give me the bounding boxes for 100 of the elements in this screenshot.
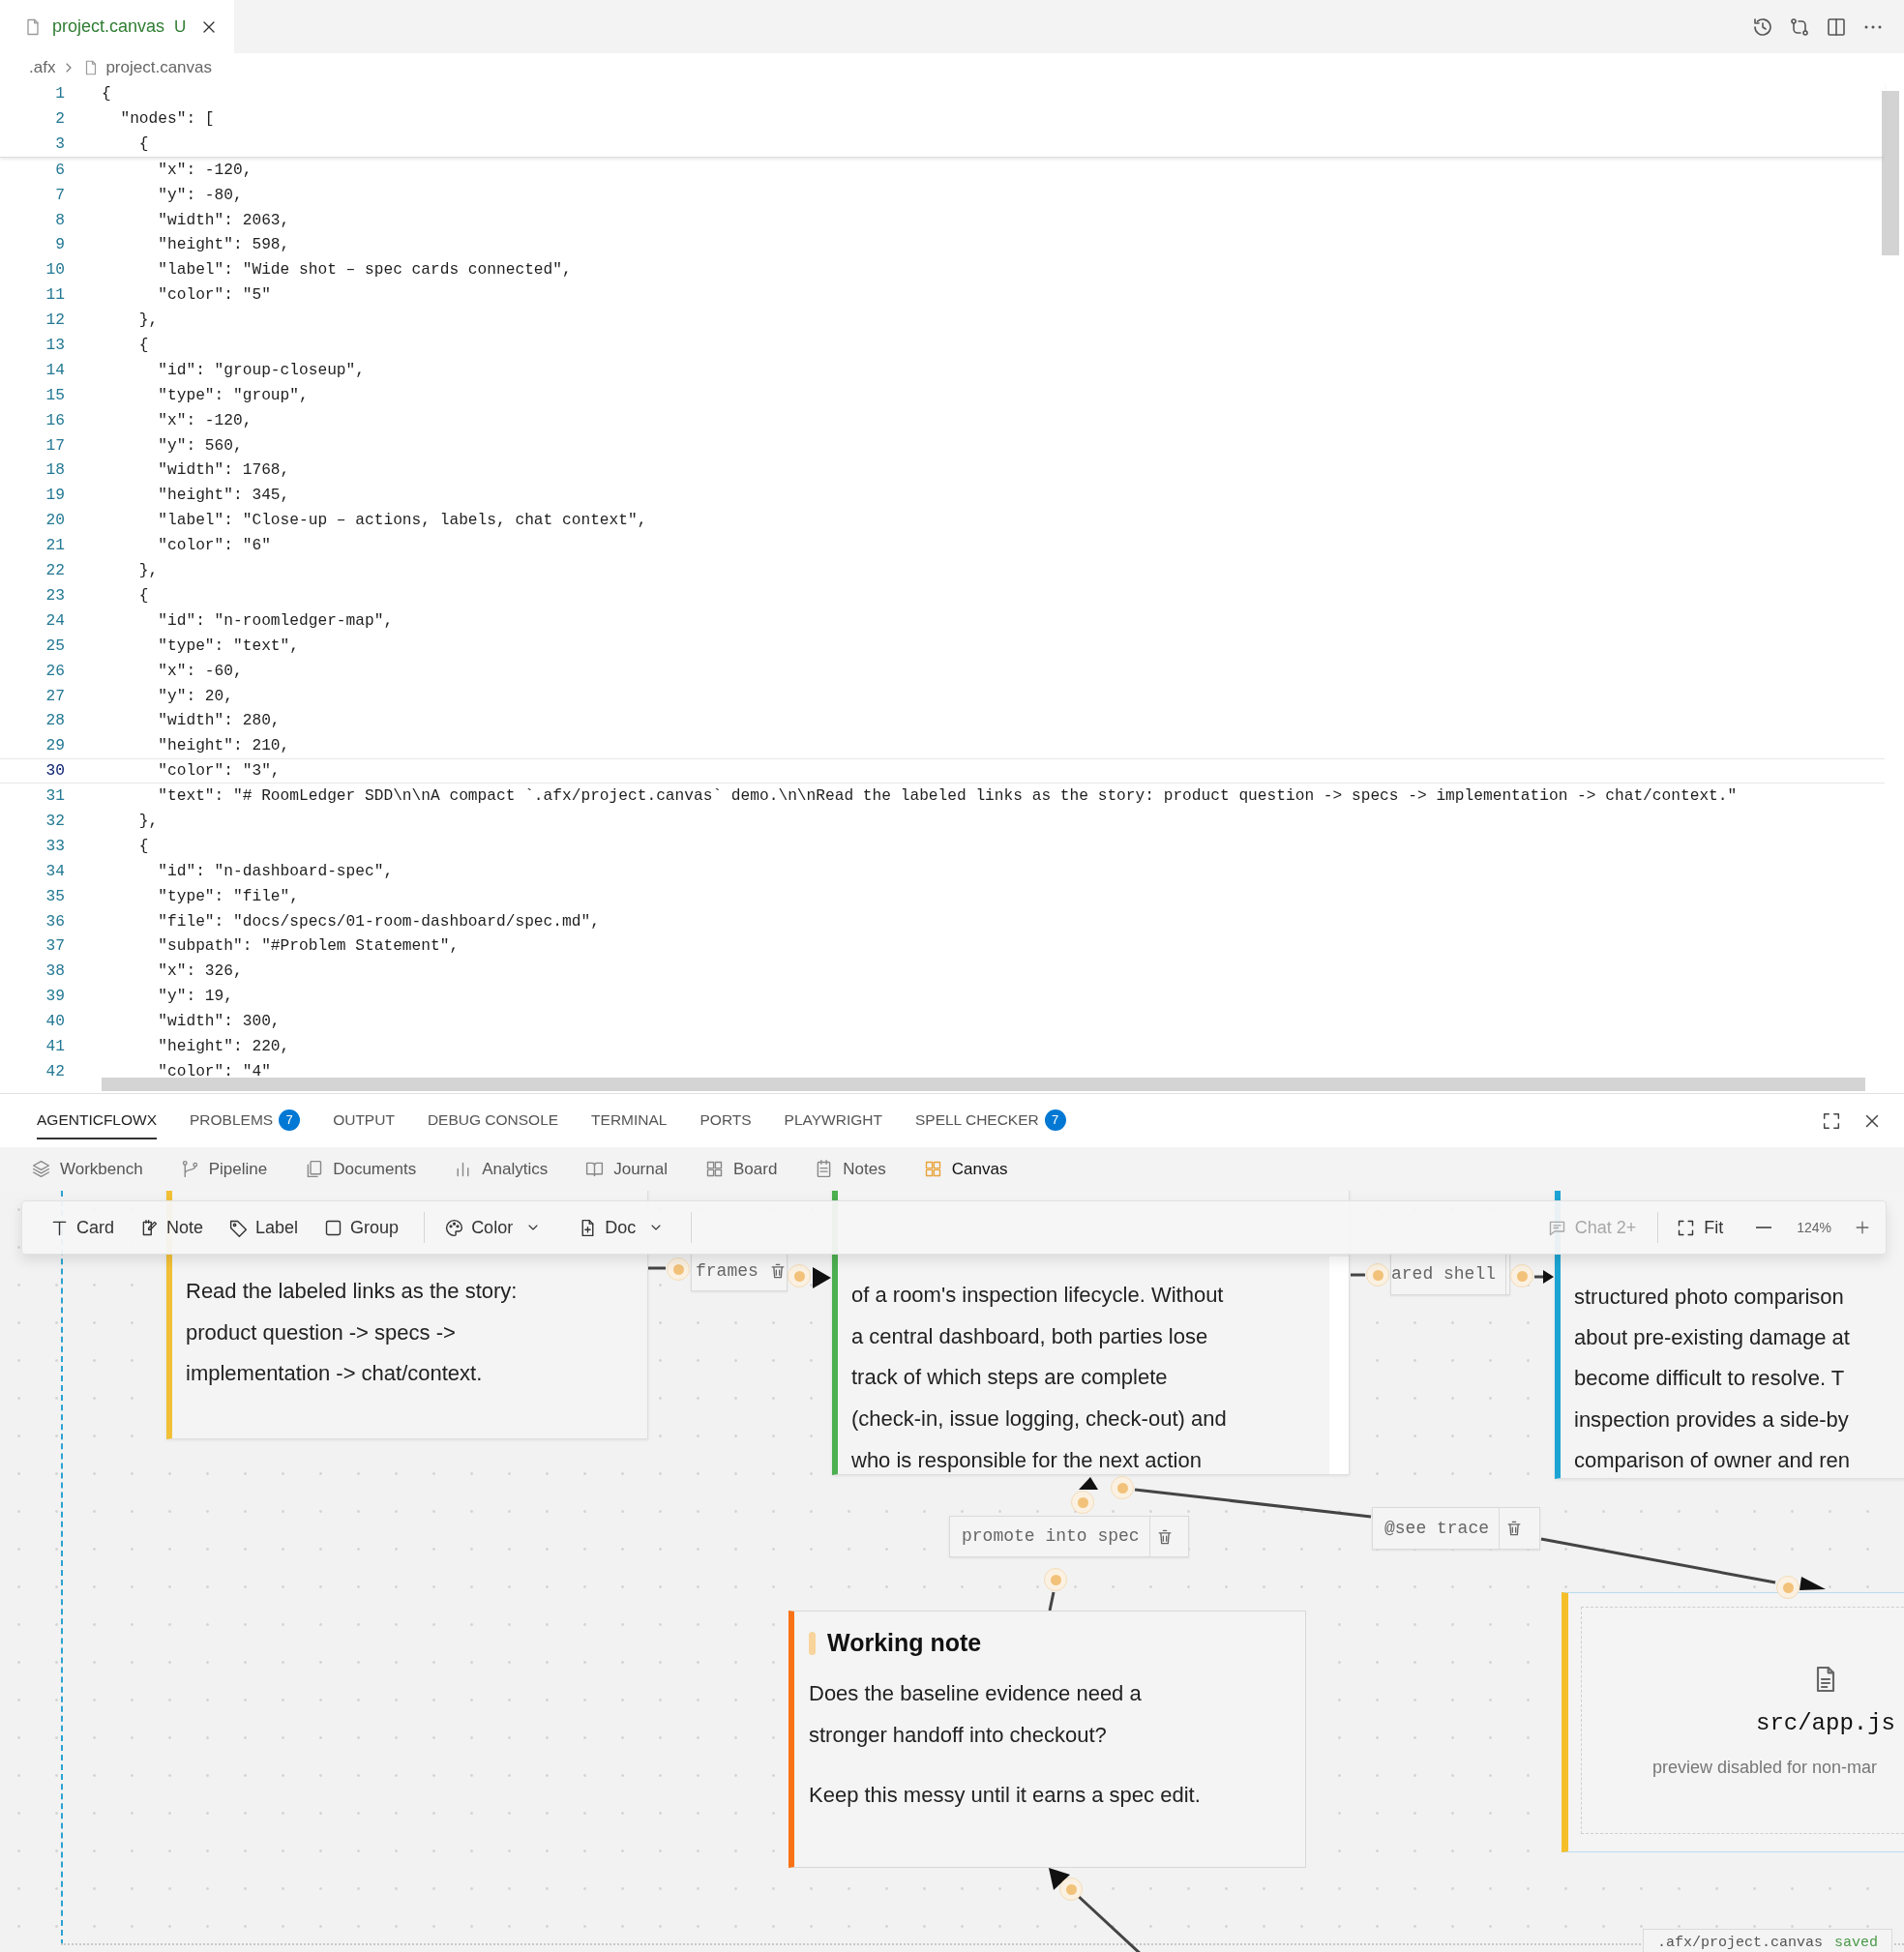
edge-label[interactable]: @see trace — [1372, 1507, 1540, 1550]
code-line: "color": "6" — [157, 536, 271, 557]
line-number: 36 — [45, 911, 65, 932]
view-tab[interactable]: Pipeline — [179, 1156, 268, 1182]
connection-handle[interactable] — [1510, 1264, 1533, 1287]
view-tab[interactable]: Documents — [304, 1156, 417, 1182]
panel-tab[interactable]: PROBLEMS 7 — [190, 1102, 301, 1139]
arrow-head[interactable] — [1800, 1577, 1826, 1590]
scrollbar-thumb[interactable] — [102, 1078, 1865, 1091]
view-tab[interactable]: Canvas — [922, 1156, 1008, 1182]
count-badge: 7 — [1044, 1109, 1066, 1131]
connection-handle[interactable] — [667, 1257, 690, 1281]
editor-tab[interactable]: project.canvas U — [0, 0, 235, 53]
connector-arrow[interactable] — [1534, 1270, 1554, 1284]
card-text: of a room's inspection lifecycle. Without a central dashboard, both parties lose track of which steps are complete (check-in, issue logging, check-out) and who is responsible for the next action — [851, 1282, 1228, 1474]
breadcrumb-item[interactable]: project.canvas — [105, 54, 213, 80]
panel-tab[interactable]: PLAYWRIGHT — [784, 1102, 882, 1139]
panel-tab[interactable]: PORTS — [699, 1102, 752, 1139]
palette-icon — [444, 1217, 465, 1238]
fit-button[interactable]: Fit — [1670, 1214, 1730, 1241]
edge-label[interactable]: promote into spec — [949, 1516, 1189, 1557]
toolbar-button[interactable]: Card — [40, 1208, 124, 1247]
preview-message: preview disabled for non-mar — [1652, 1757, 1878, 1779]
minus-icon — [1756, 1227, 1772, 1228]
line-number: 41 — [45, 1036, 65, 1057]
view-tab[interactable]: Analytics — [453, 1156, 549, 1182]
code-line: { — [137, 836, 149, 857]
code-line: "file": "docs/specs/01-room-dashboard/spec.md", — [157, 911, 600, 932]
line-number: 21 — [45, 536, 65, 557]
view-tab[interactable]: Board — [703, 1156, 778, 1182]
line-number: 33 — [45, 836, 65, 857]
code-line: "width": 280, — [157, 711, 281, 732]
panel-tab[interactable]: AGENTICFLOWX — [37, 1102, 157, 1139]
line-number: 34 — [45, 861, 65, 882]
line-number: 29 — [45, 736, 65, 757]
line-number: 17 — [45, 435, 65, 457]
line-number: 16 — [45, 410, 65, 431]
view-tab[interactable]: Notes — [814, 1156, 886, 1182]
code-line: "y": -80, — [157, 185, 243, 206]
view-tab[interactable]: Journal — [584, 1156, 668, 1182]
connector-line[interactable] — [1351, 1273, 1365, 1277]
connection-handle[interactable] — [1111, 1476, 1134, 1499]
connector-line[interactable] — [1048, 1591, 1056, 1612]
line-number: 37 — [45, 936, 65, 958]
toolbar-button[interactable]: Label — [219, 1208, 309, 1247]
panel-tab[interactable]: OUTPUT — [333, 1102, 395, 1139]
line-number: 24 — [45, 610, 65, 632]
scrollbar-thumb[interactable] — [1882, 91, 1899, 255]
connection-handle[interactable] — [1044, 1568, 1067, 1591]
breadcrumb-item[interactable]: .afx — [29, 54, 56, 80]
line-number: 19 — [45, 486, 65, 507]
connection-handle[interactable] — [788, 1264, 811, 1287]
code-line: "type": "text", — [157, 636, 299, 657]
view-tab[interactable]: Workbench — [31, 1156, 143, 1182]
connector-arrow[interactable] — [1049, 1868, 1143, 1952]
panel-tab[interactable]: TERMINAL — [591, 1102, 668, 1139]
connector-line[interactable] — [1134, 1488, 1372, 1519]
line-number: 35 — [45, 886, 65, 907]
arrow-head[interactable] — [1079, 1477, 1098, 1490]
line-number: 18 — [45, 460, 65, 482]
line-number: 23 — [45, 585, 65, 606]
line-number: 22 — [45, 561, 65, 582]
code-line: "height": 345, — [157, 486, 290, 507]
connection-handle[interactable] — [1776, 1576, 1800, 1599]
toolbar-button[interactable]: Group — [313, 1208, 409, 1247]
code-line: { — [137, 336, 149, 357]
arrow-head[interactable] — [813, 1267, 831, 1288]
edge-label[interactable]: ared shell — [1390, 1253, 1510, 1295]
code-line: "x": -120, — [157, 410, 253, 431]
line-number: 11 — [45, 285, 65, 307]
panel-tab[interactable]: SPELL CHECKER 7 — [914, 1102, 1066, 1139]
code-line: }, — [137, 811, 159, 832]
line-number: 12 — [45, 311, 65, 332]
code-line: }, — [137, 561, 159, 582]
tab-title: project.canvas — [52, 15, 165, 38]
scrollbar[interactable] — [1329, 1257, 1349, 1474]
connection-handle[interactable] — [1071, 1491, 1094, 1514]
file-card[interactable]: src/app.js preview disabled for non-mar — [1562, 1592, 1904, 1852]
connector-line[interactable] — [648, 1266, 666, 1270]
code-line: "x": -60, — [157, 661, 243, 682]
connection-handle[interactable] — [1059, 1878, 1083, 1901]
line-number: 7 — [54, 185, 65, 206]
note-card[interactable]: Working note Does the baseline evidence need a stronger handoff into checkout? Keep this messy until it earns a spec edit. — [788, 1611, 1306, 1868]
toolbar-button[interactable]: Color — [434, 1208, 551, 1247]
line-number: 32 — [45, 811, 65, 832]
line-number: 25 — [45, 636, 65, 657]
status-file: .afx/project.canvas — [1657, 1933, 1824, 1952]
line-number: 30 — [45, 761, 65, 783]
connection-handle[interactable] — [1366, 1263, 1389, 1287]
panel-tab[interactable]: DEBUG CONSOLE — [427, 1102, 559, 1139]
zoom-level: 124% — [1797, 1218, 1831, 1237]
line-number: 42 — [45, 1061, 65, 1082]
code-line: "width": 2063, — [157, 210, 290, 231]
edge-label-text: frames — [696, 1259, 759, 1283]
line-number: 27 — [45, 686, 65, 707]
code-line: }, — [137, 311, 159, 332]
line-number: 40 — [45, 1012, 65, 1033]
git-status: U — [174, 15, 187, 38]
code-line: "text": "# RoomLedger SDD\n\nA compact `.afx/project.canvas` demo.\n\nRead the labeled links as the story: product question -> specs -> implementation -> chat/context." — [157, 786, 1738, 808]
code-line: "height": 598, — [157, 235, 290, 256]
